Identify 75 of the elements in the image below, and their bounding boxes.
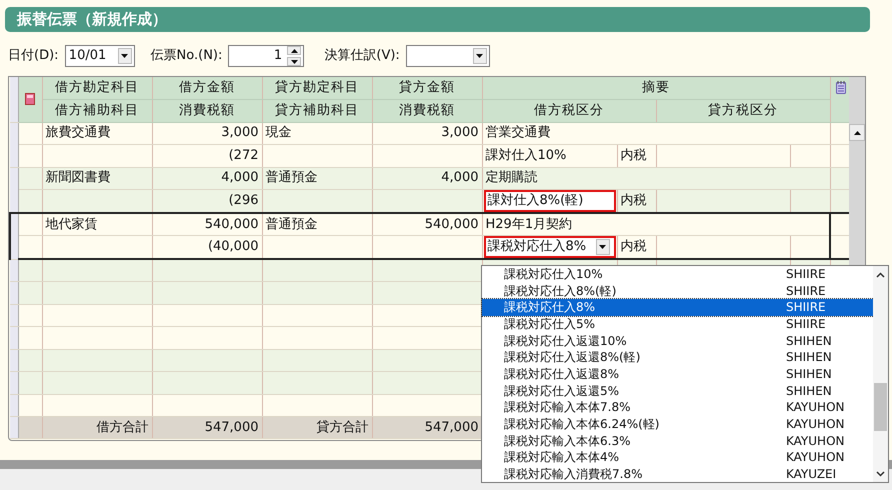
table-cell: 課対仕入8%(軽): [484, 190, 616, 212]
table-cell: 普通預金: [262, 213, 372, 236]
table-cell: 定期購読: [482, 167, 830, 190]
dropdown-option[interactable]: 課税対応仕入5% SHIIRE: [482, 316, 874, 333]
table-cell: 内税: [617, 144, 656, 167]
dropdown-arrow-icon[interactable]: [121, 54, 128, 58]
table-cell: 内税: [617, 236, 656, 259]
up-arrow-icon[interactable]: [290, 48, 298, 52]
column-header: 貸方補助科目: [262, 100, 372, 122]
column-header: 借方勘定科目: [42, 77, 152, 100]
field-label: 決算仕訳(V):: [324, 47, 400, 66]
slip-number-spinner[interactable]: 1: [228, 45, 304, 67]
table-cell: 営業交通費: [482, 122, 830, 144]
dropdown-option[interactable]: 課税対応仕入8%(軽) SHIIRE: [482, 282, 874, 300]
dropdown-arrow-icon[interactable]: [599, 245, 606, 249]
column-header: 消費税額: [152, 100, 262, 122]
column-header: 借方税区分: [482, 100, 656, 122]
field-label: 日付(D):: [8, 47, 59, 66]
column-header: 摘要: [482, 77, 830, 100]
notepad-icon[interactable]: [836, 81, 846, 94]
dropdown-arrow-icon[interactable]: [290, 60, 298, 64]
table-cell: 新聞図書費: [42, 167, 152, 190]
dropdown-option[interactable]: 課税対応輸入本体4% KAYUHON: [482, 450, 874, 466]
total-amount: 547,000: [152, 416, 262, 438]
table-cell: 3,000: [152, 122, 262, 144]
total-label: 借方合計: [42, 416, 152, 438]
journal-entry[interactable]: 新聞図書費 4,000 普通預金 4,000 定期購読 (296 課対仕入8%(軽) 内税: [10, 167, 852, 213]
field-value: 1: [272, 47, 284, 66]
dropdown-option[interactable]: 課税対応仕入返還8% SHIHEN: [482, 366, 874, 383]
scrollbar[interactable]: [873, 266, 888, 482]
dropdown-option[interactable]: 課税対応輸入本体7.8% KAYUHON: [482, 400, 874, 416]
closing-entry-combo[interactable]: [406, 45, 490, 67]
combo-value: 課税対応仕入8%: [488, 238, 588, 256]
field-value: 10/01: [68, 47, 108, 66]
scrollbar-thumb[interactable]: [874, 383, 887, 431]
dropdown-option[interactable]: 課税対応仕入10% SHIIRE: [482, 266, 874, 283]
dropdown-option[interactable]: 課税対応仕入返還10% SHIHEN: [482, 332, 874, 350]
dropdown-option[interactable]: 課税対応仕入8% SHIIRE: [482, 299, 874, 316]
journal-entry[interactable]: 旅費交通費 3,000 現金 3,000 営業交通費 (272 課対仕入10% 内税: [10, 122, 852, 167]
dropdown-option[interactable]: 課税対応輸入本体6.3% KAYUHON: [482, 432, 874, 450]
column-header: 貸方税区分: [656, 100, 830, 122]
table-cell: 旅費交通費: [42, 122, 152, 144]
dropdown-option[interactable]: 課税対応仕入返還5% SHIHEN: [482, 382, 874, 400]
column-header: 借方補助科目: [42, 100, 152, 122]
date-combo[interactable]: 10/01: [64, 45, 135, 67]
table-cell: 普通預金: [262, 167, 372, 190]
dropdown-arrow-icon[interactable]: [476, 54, 484, 58]
window-title: 振替伝票（新規作成）: [5, 7, 870, 32]
tax-category-combo[interactable]: 課税対応仕入8%: [484, 236, 616, 258]
total-label: 貸方合計: [262, 416, 372, 438]
dropdown-option[interactable]: 課税対応輸入消費税7.8% KAYUZEI: [482, 466, 874, 483]
dropdown-option[interactable]: 課税対応輸入本体6.24%(軽) KAYUHON: [482, 416, 874, 433]
dropdown-option[interactable]: 課税対応仕入返還8%(軽) SHIHEN: [482, 349, 874, 366]
total-amount: 547,000: [372, 416, 482, 438]
table-cell: 540,000: [372, 213, 482, 236]
column-header: 消費税額: [372, 100, 482, 122]
journal-entry[interactable]: 地代家賃 540,000 普通預金 540,000 H29年1月契約 (40,000 課税対応仕入8% 内税: [10, 213, 852, 259]
table-cell: 4,000: [372, 167, 482, 190]
table-cell: 3,000: [372, 122, 482, 144]
column-header: 借方金額: [152, 77, 262, 100]
table-cell: (40,000: [152, 236, 262, 259]
field-label: 伝票No.(N):: [150, 47, 222, 66]
up-arrow-icon[interactable]: [854, 130, 860, 134]
column-header: 貸方勘定科目: [262, 77, 372, 100]
table-cell: (272: [152, 144, 262, 167]
table-cell: H29年1月契約: [482, 213, 830, 236]
table-cell: 4,000: [152, 167, 262, 190]
book-icon[interactable]: [25, 93, 35, 106]
table-cell-text: 課対仕入10%: [486, 146, 568, 165]
table-cell: 現金: [262, 122, 372, 144]
table-cell: 地代家賃: [42, 213, 152, 236]
dropdown-list[interactable]: [481, 265, 889, 483]
column-header: 貸方金額: [372, 77, 482, 100]
table-cell: (296: [152, 190, 262, 213]
table-cell: 540,000: [152, 213, 262, 236]
